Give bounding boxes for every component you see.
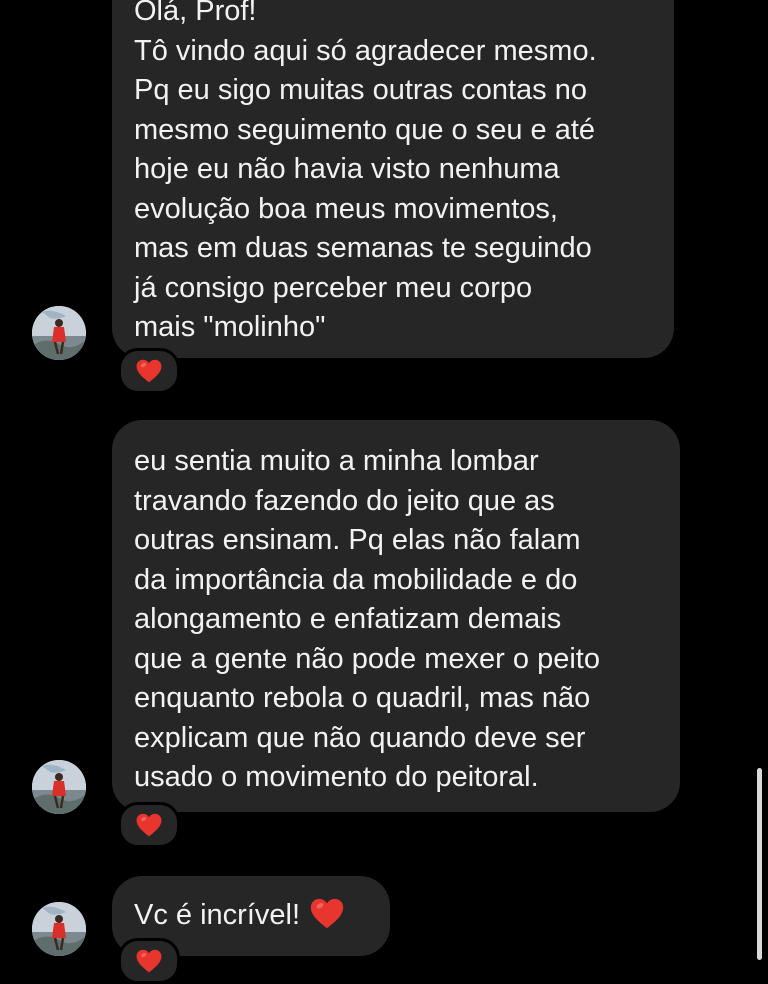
message-text-line: Tô vindo aqui só agradecer mesmo. [134,34,597,67]
message-text-line: mesmo seguimento que o seu e até [134,113,596,146]
message-text-line: outras ensinam. Pq elas não falam [134,524,581,556]
heart-reaction-icon[interactable] [118,938,180,984]
message-text-line: eu sentia muito a minha lombar [134,445,539,477]
message-text-line: Vc é incrível! [134,899,300,931]
heart-reaction-icon[interactable] [118,802,180,848]
message-text-line: evolução boa meus movimentos, [134,192,558,225]
message-text-line: Pq eu sigo muitas outras contas no [134,74,587,106]
message-text-line: Olá, Prof! [134,0,257,27]
message-text-line: já consigo perceber meu corpo [134,271,533,304]
message-bubble[interactable]: Olá, Prof! Tô vindo aqui só agradecer me… [112,0,674,358]
message-text-line: explicam que não quando deve ser [134,721,586,754]
message-bubble[interactable]: eu sentia muito a minha lombar travando … [112,420,680,812]
scrollbar[interactable] [757,768,762,960]
message-text-line: travando fazendo do jeito que as [134,484,555,517]
sender-avatar-icon[interactable] [32,760,86,814]
message-text-line: alongamento e enfatizam demais [134,603,562,635]
message-text-line: que a gente não pode mexer o peito [134,642,600,675]
message-text-line: mais "molinho" [134,311,326,343]
sender-avatar-icon[interactable] [32,306,86,360]
heart-emoji-icon [310,898,344,929]
message-text-line: hoje eu não havia visto nenhuma [134,153,560,185]
message-text-line: usado o movimento do peitoral. [134,761,539,793]
message-text-line: mas em duas semanas te seguindo [134,232,592,264]
message-text-line: enquanto rebola o quadril, mas não [134,682,591,714]
message-text-line: da importância da mobilidade e do [134,563,578,596]
heart-reaction-icon[interactable] [118,348,180,394]
sender-avatar-icon[interactable] [32,902,86,956]
